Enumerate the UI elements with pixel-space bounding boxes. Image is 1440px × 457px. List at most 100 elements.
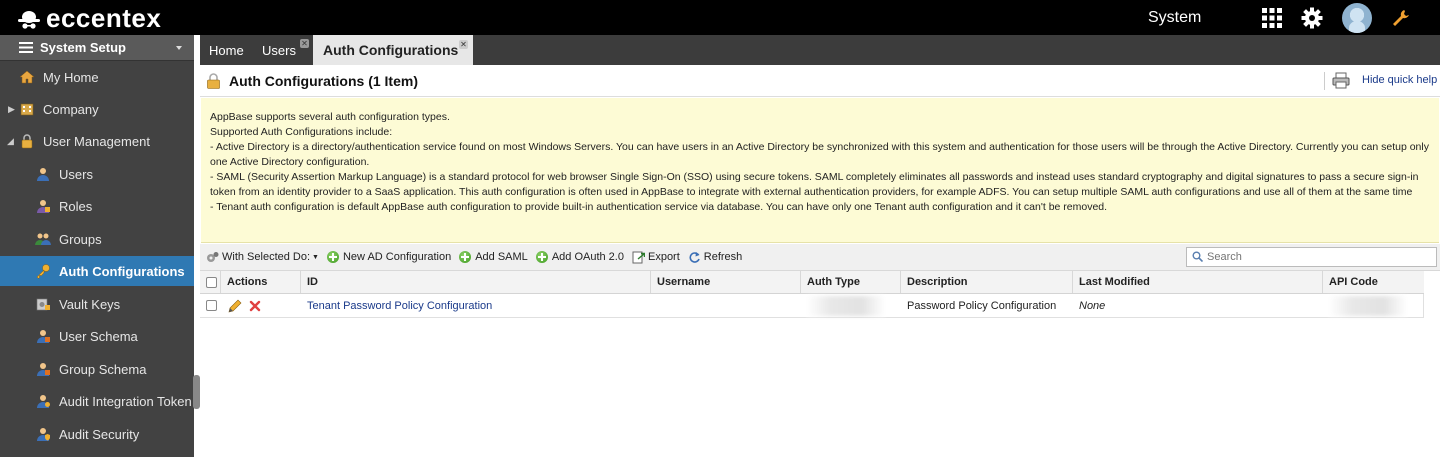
- button-label: Add OAuth 2.0: [551, 251, 624, 263]
- select-all-checkbox[interactable]: [206, 276, 217, 288]
- add-oauth-button[interactable]: Add OAuth 2.0: [535, 251, 624, 263]
- auth-config-grid: Actions ID Username Auth Type Descriptio…: [200, 271, 1424, 318]
- hide-quick-help-link[interactable]: Hide quick help: [1362, 74, 1437, 86]
- padlock-icon: [207, 72, 220, 89]
- audit-token-icon: [37, 395, 50, 408]
- row-username-cell: [651, 294, 801, 317]
- help-line: - Active Directory is a directory/authen…: [210, 141, 1429, 168]
- tab-auth-configurations[interactable]: Auth Configurations: [313, 35, 473, 65]
- column-header-auth-type[interactable]: Auth Type: [801, 271, 901, 293]
- company-building-icon: [20, 103, 34, 116]
- sidebar-item-label: Auth Configurations: [59, 263, 185, 279]
- export-button[interactable]: Export: [632, 251, 680, 264]
- refresh-button[interactable]: Refresh: [688, 251, 743, 264]
- sidebar-item-roles[interactable]: Roles: [0, 191, 194, 221]
- sidebar-item-label: Audit Security: [59, 426, 140, 442]
- row-api-code-cell: [1323, 294, 1424, 317]
- select-all-cell: [200, 271, 221, 293]
- sidebar-item-label: User Management: [43, 133, 150, 149]
- column-label: Actions: [227, 276, 268, 288]
- quick-help-panel: AppBase supports several auth configurat…: [201, 98, 1439, 243]
- sidebar-header[interactable]: System Setup: [0, 35, 194, 61]
- row-last-modified-cell: None: [1073, 294, 1323, 317]
- sidebar-item-company[interactable]: ▶ Company: [0, 94, 194, 124]
- main-content: Auth Configurations (1 Item) Hide quick …: [200, 65, 1440, 457]
- redacted-value: [1329, 295, 1407, 316]
- user-avatar[interactable]: [1342, 3, 1372, 33]
- with-selected-dropdown[interactable]: With Selected Do: ▼: [206, 251, 319, 264]
- tab-label: Auth Configurations: [323, 42, 459, 58]
- wrench-icon[interactable]: [1390, 7, 1412, 29]
- edit-pencil-icon[interactable]: [227, 298, 243, 314]
- row-checkbox[interactable]: [206, 300, 217, 311]
- sidebar-item-label: Company: [43, 101, 99, 117]
- sidebar-item-label: User Schema: [59, 328, 138, 344]
- column-header-description[interactable]: Description: [901, 271, 1073, 293]
- tab-users-close-icon[interactable]: ✕: [300, 39, 309, 48]
- add-icon: [326, 251, 339, 263]
- button-label: Refresh: [703, 251, 743, 263]
- sidebar-item-user-schema[interactable]: User Schema: [0, 321, 194, 351]
- sidebar-item-my-home[interactable]: My Home: [0, 62, 194, 92]
- lock-icon: [21, 134, 33, 149]
- button-label: Export: [647, 251, 680, 263]
- column-header-last-modified[interactable]: Last Modified: [1073, 271, 1323, 293]
- sidebar-item-users[interactable]: Users: [0, 159, 194, 189]
- divider: [1324, 72, 1325, 90]
- chevron-right-icon: ▶: [8, 103, 15, 114]
- home-icon: [19, 70, 35, 84]
- sidebar-item-label: Audit Integration Token: [59, 393, 192, 409]
- user-icon: [37, 168, 49, 181]
- delete-x-icon[interactable]: [249, 300, 261, 312]
- sidebar-item-group-schema[interactable]: Group Schema: [0, 354, 194, 384]
- sidebar-item-label: Roles: [59, 198, 93, 214]
- column-label: API Code: [1329, 276, 1378, 288]
- user-role-icon: [37, 200, 50, 213]
- chevron-down-icon: [176, 46, 182, 50]
- search-icon: [1192, 251, 1203, 262]
- page-header: Auth Configurations (1 Item): [200, 65, 1440, 97]
- sidebar-item-auth-configurations[interactable]: Auth Configurations: [0, 256, 194, 286]
- cell-value: Password Policy Configuration: [907, 299, 1057, 312]
- menu-icon: [19, 42, 33, 53]
- column-header-api-code[interactable]: API Code: [1323, 271, 1424, 293]
- tab-auth-configurations-close-icon[interactable]: ✕: [459, 40, 468, 49]
- export-icon: [632, 251, 645, 263]
- table-row[interactable]: Tenant Password Policy Configuration Pas…: [200, 294, 1424, 318]
- tab-home[interactable]: Home: [200, 35, 252, 65]
- sidebar-item-label: Groups: [59, 231, 102, 247]
- new-ad-configuration-button[interactable]: New AD Configuration: [326, 251, 451, 263]
- sidebar-item-vault-keys[interactable]: Vault Keys: [0, 289, 194, 319]
- column-header-actions[interactable]: Actions: [221, 271, 301, 293]
- column-header-username[interactable]: Username: [651, 271, 801, 293]
- context-label[interactable]: System: [1148, 9, 1201, 27]
- help-line: - Tenant auth configuration is default A…: [210, 201, 1108, 213]
- sidebar-resize-handle[interactable]: [193, 375, 200, 409]
- refresh-icon: [689, 251, 700, 263]
- tab-label: Users: [262, 42, 296, 58]
- with-selected-label: With Selected Do:: [222, 251, 311, 263]
- page-title: Auth Configurations (1 Item): [229, 72, 418, 89]
- gear-icon[interactable]: [1301, 7, 1323, 29]
- brand-logo[interactable]: eccentex: [16, 3, 161, 33]
- config-id-link[interactable]: Tenant Password Policy Configuration: [307, 300, 492, 312]
- print-icon[interactable]: [1332, 72, 1350, 89]
- search-input[interactable]: [1186, 247, 1437, 267]
- sidebar-item-audit-integration-token[interactable]: Audit Integration Token: [0, 386, 194, 416]
- sidebar-item-groups[interactable]: Groups: [0, 224, 194, 254]
- sidebar-item-audit-security[interactable]: Audit Security: [0, 419, 194, 449]
- group-icon: [35, 233, 51, 245]
- add-saml-button[interactable]: Add SAML: [459, 251, 528, 263]
- sidebar-item-label: Group Schema: [59, 361, 147, 377]
- column-label: ID: [307, 276, 318, 288]
- apps-grid-icon[interactable]: [1261, 7, 1283, 29]
- tab-bar: Home Users ✕ Auth Configurations ✕: [200, 35, 1440, 65]
- sidebar-item-user-management[interactable]: ◢ User Management: [0, 126, 194, 156]
- row-description-cell: Password Policy Configuration: [901, 294, 1073, 317]
- group-schema-icon: [37, 363, 50, 376]
- chevron-expanded-icon: ◢: [7, 135, 14, 146]
- column-header-id[interactable]: ID: [301, 271, 651, 293]
- audit-security-icon: [37, 428, 50, 441]
- button-label: Add SAML: [475, 251, 528, 263]
- chevron-down-icon: ▼: [312, 253, 319, 261]
